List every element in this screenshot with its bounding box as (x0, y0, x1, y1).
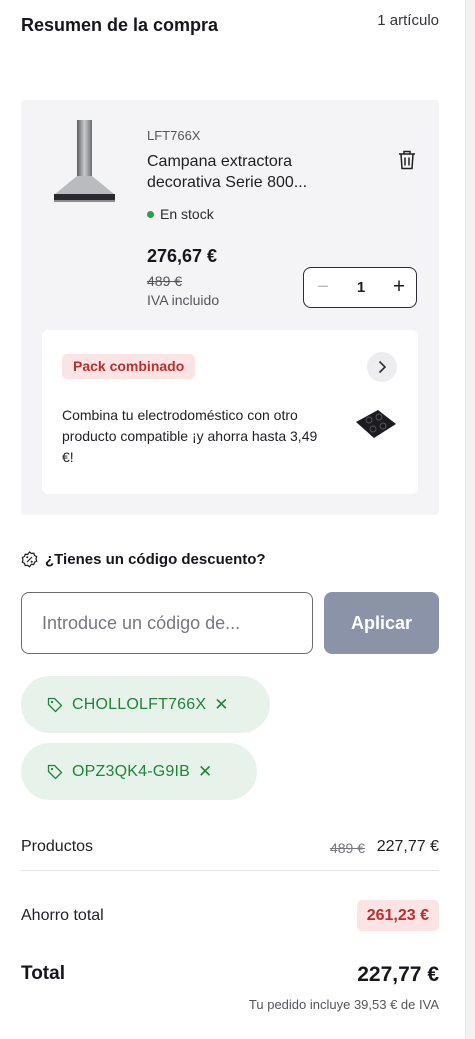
total-label: Total (21, 963, 65, 984)
discount-code-heading: ¿Tienes un código descuento? (21, 551, 266, 568)
products-price: 227,77 € (376, 838, 439, 855)
product-card: LFT766X Campana extractora decorativa Se… (21, 100, 439, 515)
stock-status: En stock (147, 206, 214, 222)
percent-badge-icon (21, 551, 38, 568)
product-sku: LFT766X (147, 128, 201, 143)
product-old-price: 489 € (147, 273, 183, 289)
increase-quantity-button[interactable]: + (380, 268, 418, 307)
savings-badge: 261,23 € (356, 900, 439, 931)
tag-icon (47, 697, 63, 712)
discount-code-input[interactable] (21, 592, 313, 654)
item-count: 1 artículo (377, 12, 439, 29)
trash-icon[interactable] (398, 150, 416, 170)
summary-title: Resumen de la compra (21, 15, 219, 35)
stock-dot-icon (147, 210, 154, 218)
applied-code-chip: OPZ3QK4-G9IB ✕ (21, 743, 257, 800)
decrease-quantity-button[interactable]: − (304, 268, 342, 307)
product-price: 276,67 € (147, 246, 218, 266)
combo-pack-description: Combina tu electrodoméstico con otro pro… (62, 407, 318, 465)
vat-included-note: IVA incluido (147, 292, 220, 308)
quantity-value: 1 (356, 279, 366, 296)
discount-code-title: ¿Tienes un código descuento? (45, 551, 266, 568)
range-hood-image (54, 120, 115, 202)
tag-icon (47, 764, 63, 779)
combo-pack-badge: Pack combinado (62, 354, 196, 379)
products-label: Productos (21, 838, 94, 855)
applied-code-chip: CHOLLOLFT766X ✕ (21, 676, 270, 733)
savings-label: Ahorro total (21, 907, 104, 924)
products-old-price: 489 € (329, 840, 365, 856)
quantity-stepper: − 1 + (303, 267, 417, 308)
product-name[interactable]: Campana extractora decorativa Serie 800.… (147, 151, 347, 193)
remove-code-icon[interactable]: ✕ (198, 762, 212, 782)
chevron-right-icon[interactable] (367, 352, 397, 382)
remove-code-icon[interactable]: ✕ (214, 695, 228, 715)
divider (21, 870, 439, 871)
summary-header: Resumen de la compra 1 artículo (21, 8, 439, 68)
order-vat-note: Tu pedido incluye 39,53 € de IVA (248, 997, 439, 1012)
combo-pack-card[interactable]: Pack combinado Combina tu electrodomésti… (42, 330, 418, 494)
applied-code-label: CHOLLOLFT766X (72, 695, 207, 713)
page-scrollbar[interactable] (465, 0, 475, 1039)
apply-code-button[interactable]: Aplicar (324, 592, 439, 654)
total-value: 227,77 € (357, 963, 439, 986)
applied-code-label: OPZ3QK4-G9IB (72, 762, 190, 780)
stock-label: En stock (160, 206, 214, 222)
cooktop-image (356, 410, 396, 438)
